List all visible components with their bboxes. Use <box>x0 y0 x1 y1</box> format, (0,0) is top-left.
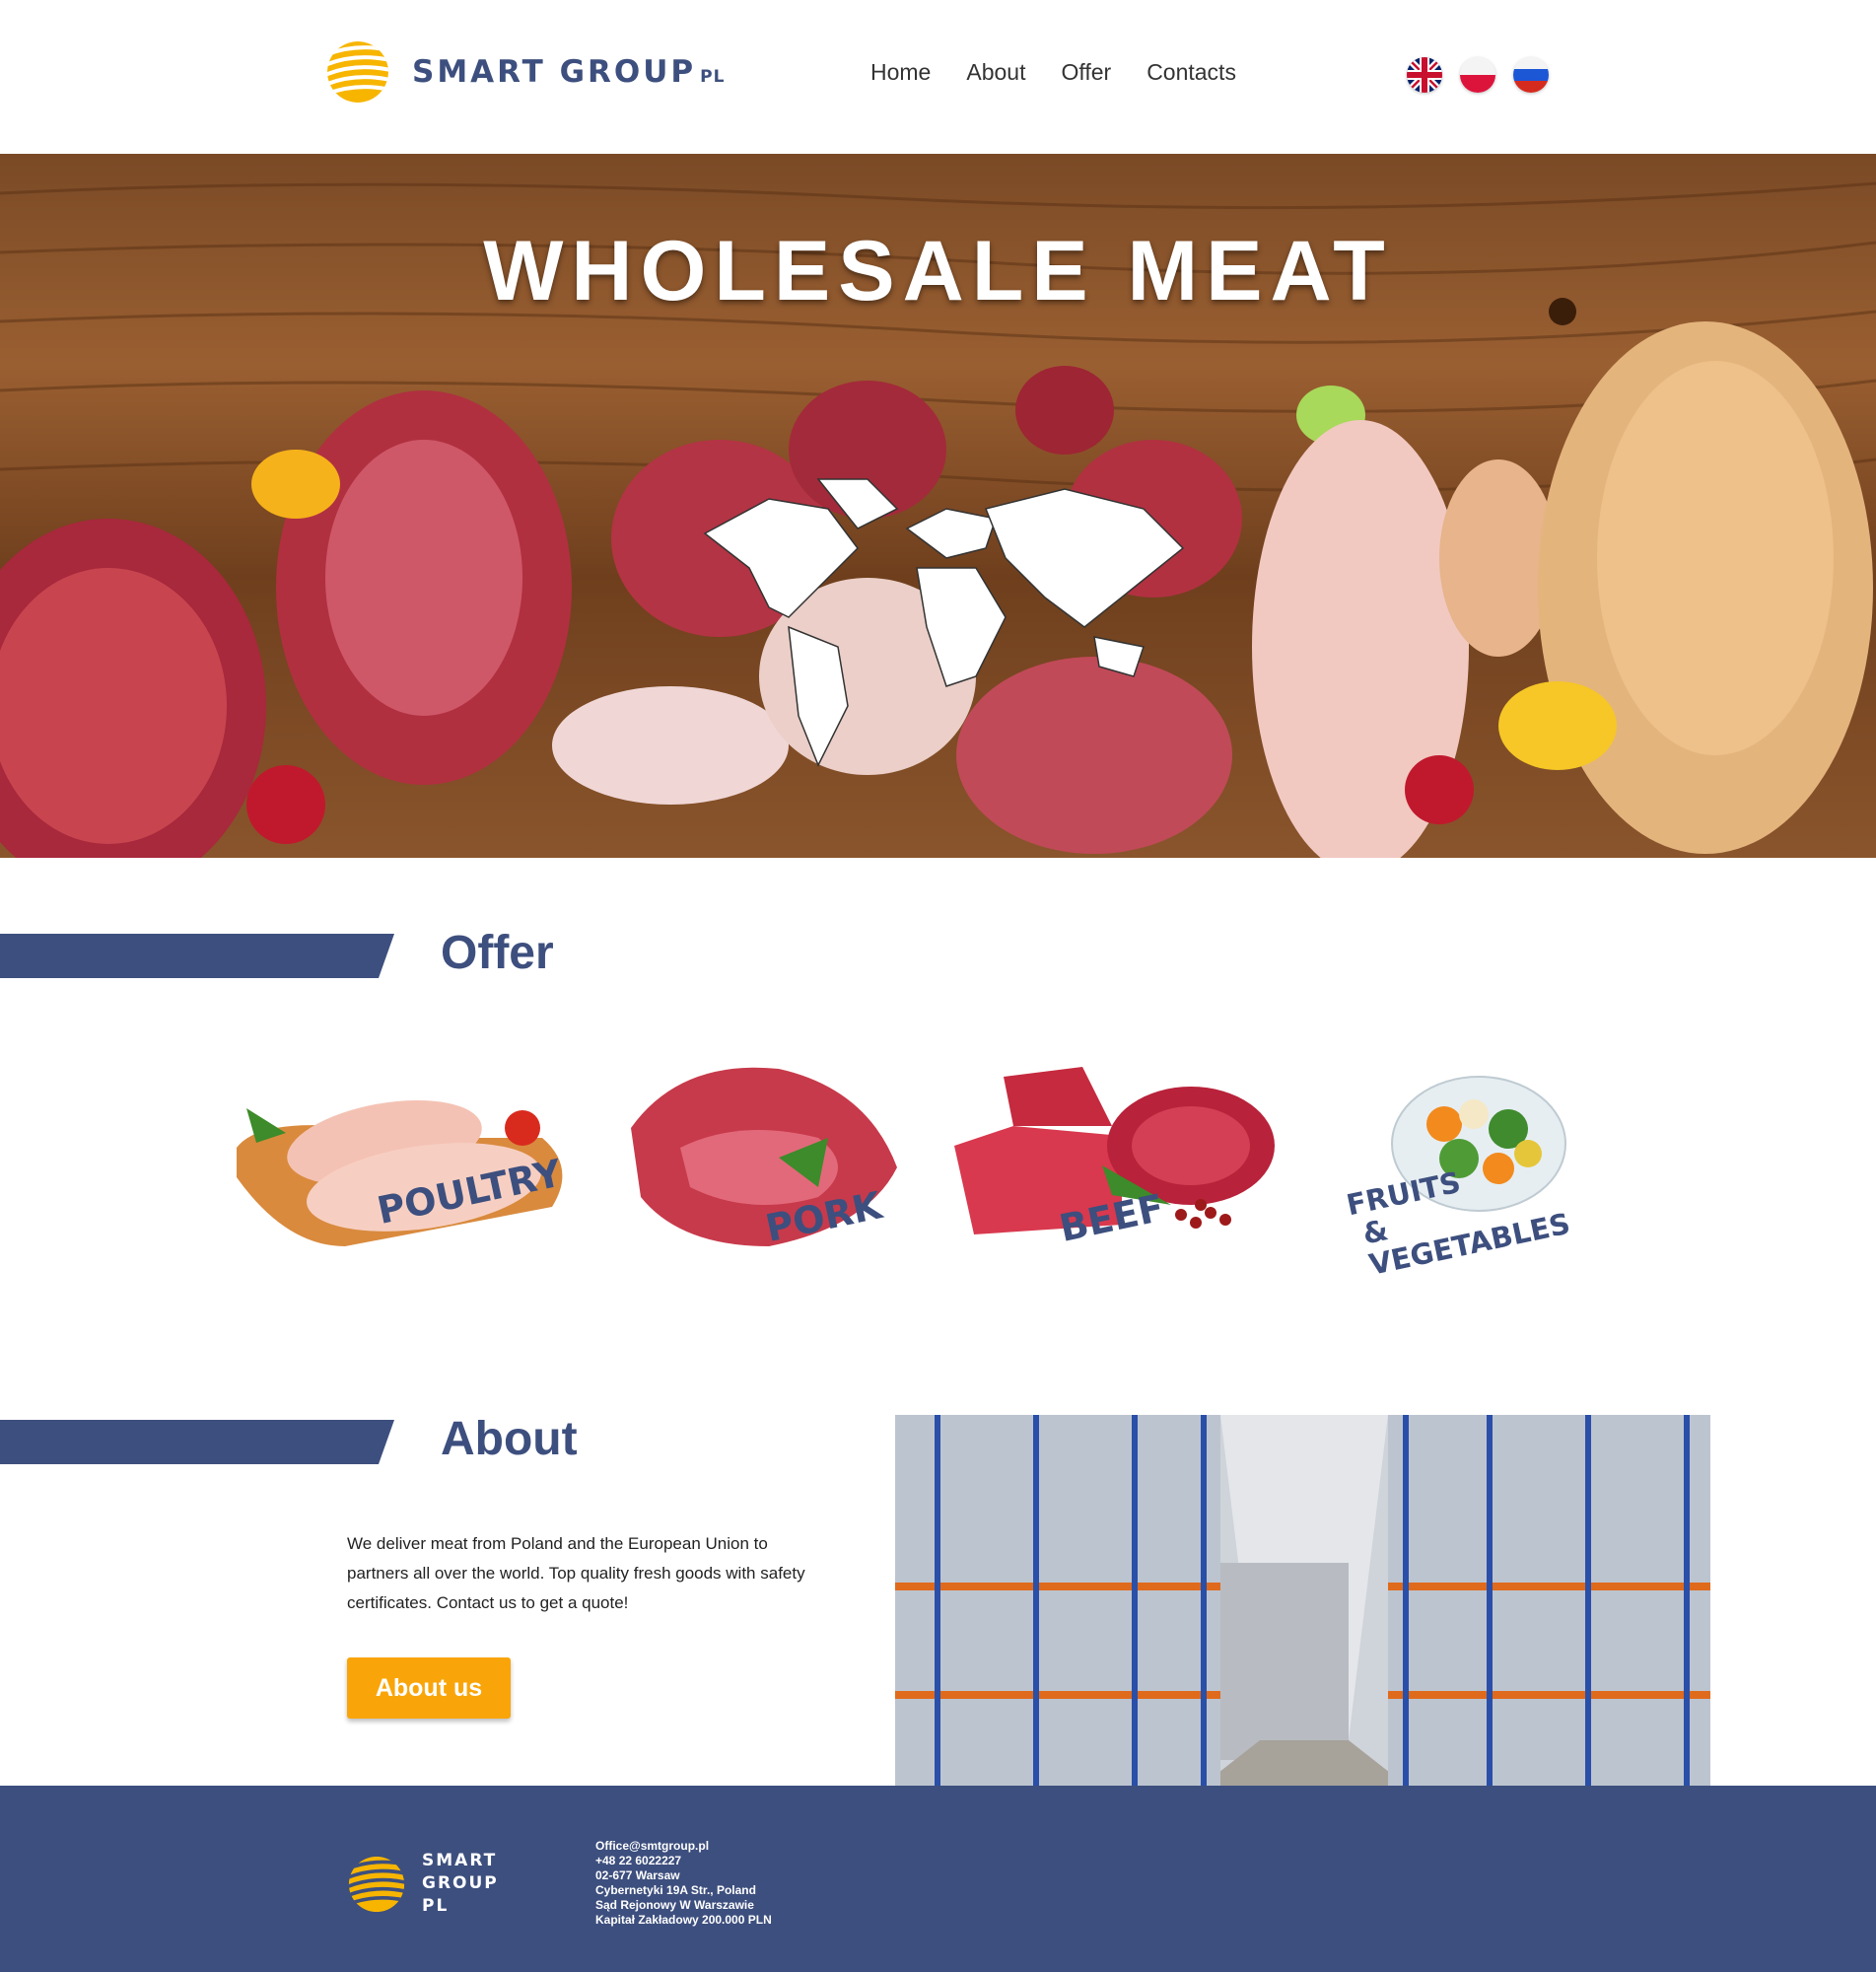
nav-about[interactable]: About <box>966 59 1025 86</box>
site-logo[interactable]: SMART GROUP PL <box>325 39 725 105</box>
site-header: SMART GROUP PL Home About Offer Contacts <box>0 0 1876 154</box>
footer-logo-line: SMART <box>422 1851 498 1870</box>
offer-item-beef[interactable]: BEEF <box>954 1057 1280 1276</box>
footer-postcode-city: 02-677 Warsaw <box>595 1868 680 1882</box>
language-switcher <box>1407 57 1549 93</box>
polish-flag-icon[interactable] <box>1460 57 1495 93</box>
logo-sphere-icon <box>327 41 388 103</box>
beef-image <box>954 1067 1275 1234</box>
offer-item-fruits-vegetables[interactable]: FRUITS & VEGETABLES <box>1344 1075 1587 1282</box>
footer-logo-line: PL <box>422 1896 450 1916</box>
footer-capital: Kapitał Zakładowy 200.000 PLN <box>595 1913 772 1927</box>
offer-title: Offer <box>441 927 554 979</box>
footer-logo-text: SMART GROUP PL <box>422 1850 499 1918</box>
nav-offer[interactable]: Offer <box>1061 59 1111 86</box>
logo-text: SMART GROUP PL <box>412 54 725 90</box>
warehouse-image <box>895 1415 1710 1787</box>
footer-street: Cybernetyki 19A Str., Poland <box>595 1883 756 1897</box>
footer-contact-info: Office@smtgroup.pl +48 22 6022227 02-677… <box>595 1839 772 1928</box>
main-nav: Home About Offer Contacts <box>870 59 1236 86</box>
logo-name: SMART GROUP <box>412 54 697 90</box>
nav-home[interactable]: Home <box>870 59 931 86</box>
offer-section-bar <box>0 934 394 978</box>
about-title: About <box>441 1413 578 1465</box>
english-flag-icon[interactable] <box>1407 57 1442 93</box>
footer-logo-line: GROUP <box>422 1873 499 1893</box>
hero-title: WHOLESALE MEAT <box>483 224 1393 318</box>
about-section-bar <box>0 1420 394 1464</box>
hero-banner: WHOLESALE MEAT <box>0 154 1876 858</box>
nav-contacts[interactable]: Contacts <box>1146 59 1236 86</box>
russian-flag-icon[interactable] <box>1513 57 1549 93</box>
footer-logo[interactable]: SMART GROUP PL <box>347 1850 499 1918</box>
warehouse-photo <box>895 1415 1710 1787</box>
site-footer: SMART GROUP PL Office@smtgroup.pl +48 22… <box>0 1786 1876 1972</box>
footer-phone[interactable]: +48 22 6022227 <box>595 1854 772 1868</box>
offer-item-pork[interactable]: PORK <box>621 1049 917 1276</box>
about-us-button[interactable]: About us <box>347 1657 511 1719</box>
offer-item-poultry[interactable]: POULTRY <box>227 1049 582 1276</box>
footer-email[interactable]: Office@smtgroup.pl <box>595 1839 772 1854</box>
logo-suffix: PL <box>700 67 726 87</box>
about-description: We deliver meat from Poland and the Euro… <box>347 1534 805 1612</box>
footer-logo-sphere-icon <box>348 1856 405 1912</box>
footer-court: Sąd Rejonowy W Warszawie <box>595 1898 754 1912</box>
